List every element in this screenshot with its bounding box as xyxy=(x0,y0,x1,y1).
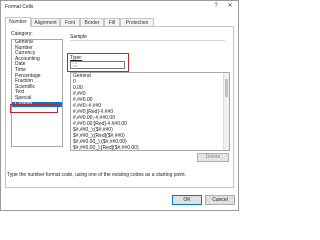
sample-preview xyxy=(70,40,225,51)
delete-button[interactable]: Delete xyxy=(197,153,229,162)
tab-fill[interactable]: Fill xyxy=(104,18,120,26)
help-icon[interactable]: ? xyxy=(212,3,220,10)
close-icon[interactable]: ✕ xyxy=(226,3,234,10)
category-list[interactable]: General Number Currency Accounting Date … xyxy=(11,39,63,147)
type-input[interactable]: ;;; xyxy=(70,61,125,69)
tab-protection[interactable]: Protection xyxy=(120,18,154,26)
number-tab-panel: Category: General Number Currency Accoun… xyxy=(5,26,234,188)
tab-alignment[interactable]: Alignment xyxy=(31,18,60,26)
category-label: Category: xyxy=(11,31,33,37)
tab-strip: Number Alignment Font Border Fill Protec… xyxy=(5,17,234,27)
tab-number[interactable]: Number xyxy=(5,17,31,27)
title-bar[interactable]: Format Cells ? ✕ xyxy=(1,1,238,12)
dialog-title: Format Cells xyxy=(5,4,34,10)
format-code-item[interactable]: $#,##0.00_);[Red]($#,##0.00) xyxy=(71,145,229,150)
scrollbar-thumb[interactable] xyxy=(225,79,228,97)
category-item-custom[interactable]: Custom xyxy=(12,101,62,108)
ok-button[interactable]: OK xyxy=(172,195,202,205)
format-description: Type the number format code, using one o… xyxy=(7,172,186,178)
tab-font[interactable]: Font xyxy=(60,18,80,26)
format-code-list[interactable]: General 0 0.00 #,##0 #,##0.00 #,##0;-#,#… xyxy=(70,72,230,151)
format-cells-dialog: Format Cells ? ✕ Number Alignment Font B… xyxy=(0,0,239,211)
cancel-button[interactable]: Cancel xyxy=(205,195,235,205)
tab-border[interactable]: Border xyxy=(80,18,104,26)
code-list-scrollbar[interactable] xyxy=(223,73,229,150)
